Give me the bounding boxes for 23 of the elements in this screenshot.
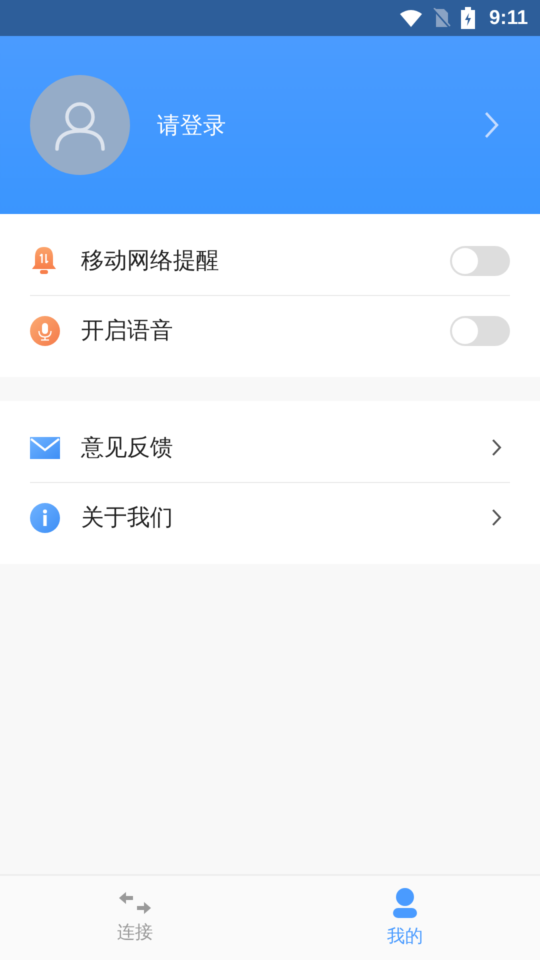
swap-arrows-icon: [119, 892, 151, 914]
toggle-switch[interactable]: [450, 246, 510, 276]
setting-label: 移动网络提醒: [81, 247, 220, 276]
battery-charging-icon: [461, 7, 476, 29]
wifi-icon: [399, 9, 424, 27]
setting-label[interactable]: 关于我们: [81, 502, 491, 533]
info-icon: [30, 502, 60, 532]
microphone-icon: [30, 316, 60, 346]
bell-icon: [30, 246, 58, 276]
toggle-switch[interactable]: [450, 316, 510, 346]
nav-tab[interactable]: 连接: [0, 876, 270, 960]
login-link[interactable]: 请登录: [157, 110, 483, 140]
avatar-icon: [30, 75, 130, 175]
chevron-right-icon: [483, 111, 500, 139]
clock-time: 9:11: [489, 6, 528, 30]
nav-tab[interactable]: 我的: [270, 876, 540, 960]
chevron-right-icon: [491, 508, 502, 527]
chevron-right-icon: [491, 438, 502, 457]
envelope-icon: [30, 436, 60, 458]
user-icon: [393, 888, 417, 918]
no-sim-icon: [433, 8, 452, 28]
setting-label[interactable]: 意见反馈: [81, 432, 491, 463]
setting-label: 开启语音: [81, 317, 174, 346]
